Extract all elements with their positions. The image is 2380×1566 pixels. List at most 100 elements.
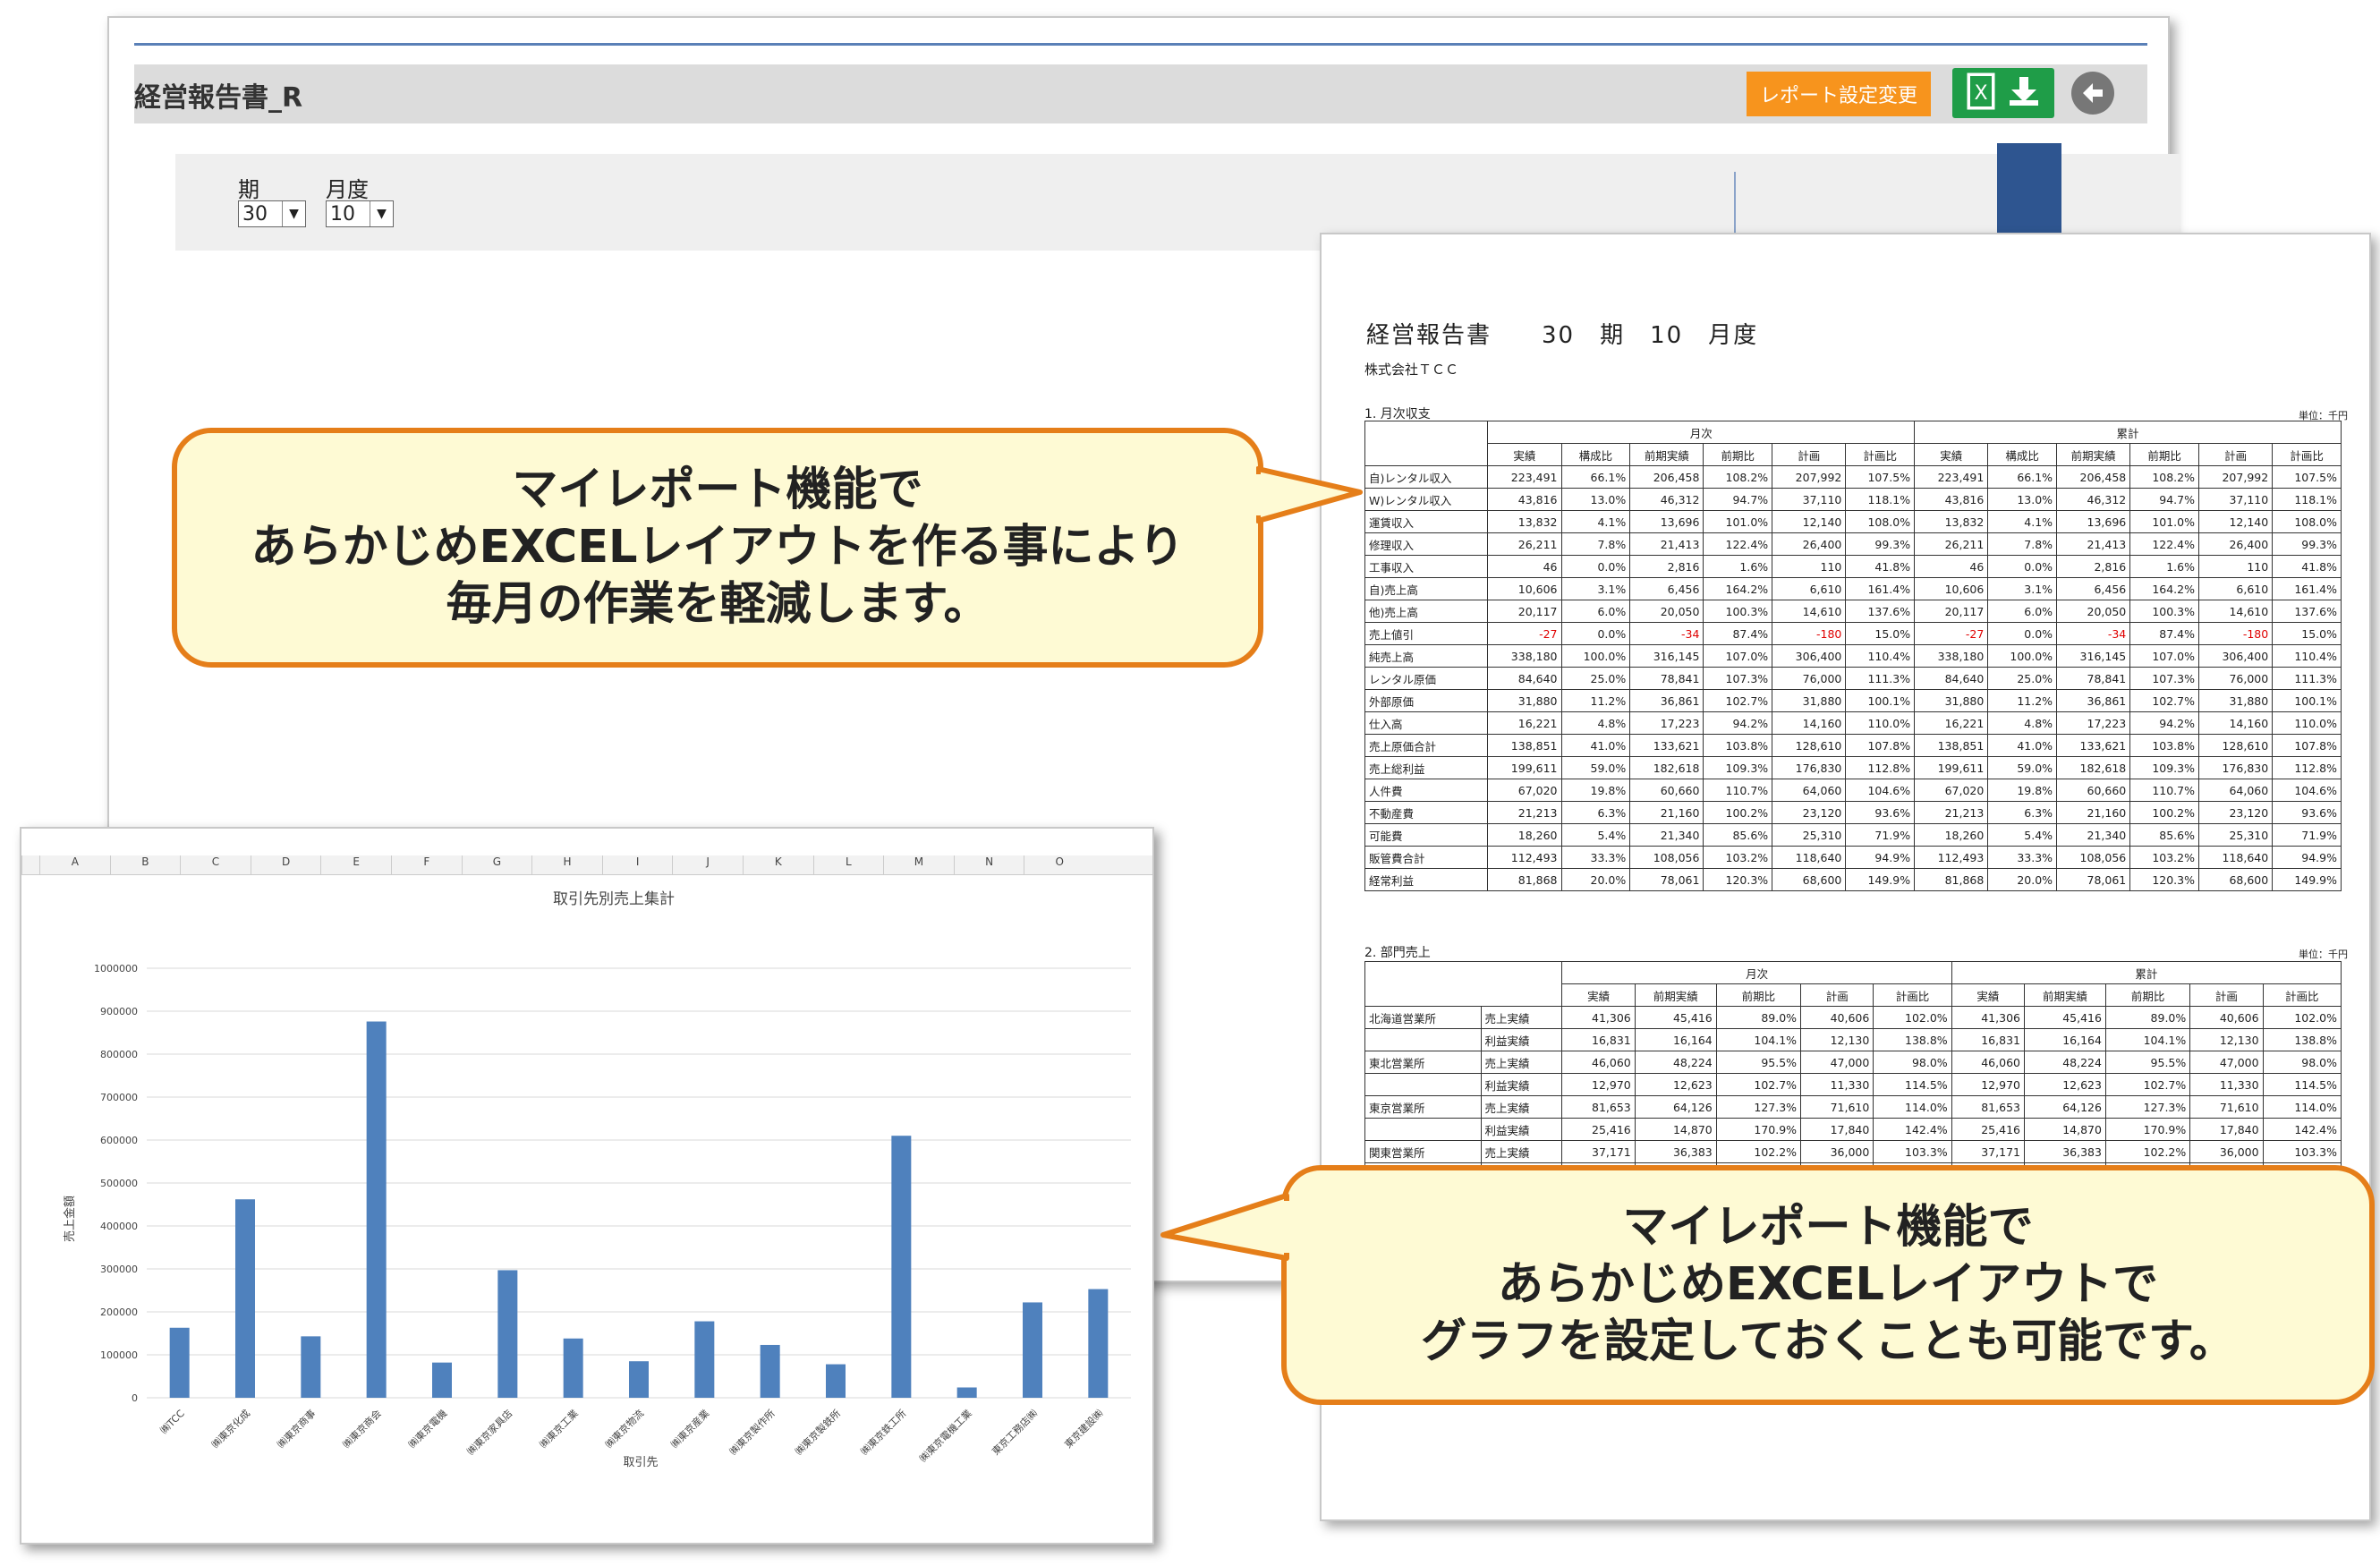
row-label: W)レンタル収入 [1364,488,1489,511]
table-cell: 94.2% [2129,711,2199,735]
table-cell: 17,223 [2056,711,2131,735]
table-cell: 36,861 [2056,689,2131,712]
table-cell: 14,160 [1772,711,1847,735]
table-cell: 17,840 [1800,1118,1874,1141]
column-header: 前期比 [1703,443,1773,466]
table-cell: 104.6% [2272,779,2342,802]
table-cell: 33.3% [1560,846,1631,869]
table-cell: 107.5% [1845,465,1916,489]
table-cell: 206,458 [1629,465,1704,489]
x-tick-label: ㈱東京産業 [668,1407,712,1451]
download-icon [2006,73,2042,113]
table-cell: 12,140 [1772,510,1847,533]
table-cell: 103.2% [2129,846,2199,869]
table-cell: 102.7% [2129,689,2199,712]
chart-title: 取引先別売上集計 [553,890,675,908]
table-cell: 26,400 [2197,532,2274,556]
table-cell: 41.0% [1560,734,1631,757]
table-cell: 13,832 [1914,510,1989,533]
top-divider [134,43,2147,46]
callout-top: マイレポート機能で あらかじめEXCELレイアウトを作る事により 毎月の作業を軽… [172,428,1263,668]
table-cell: 110.0% [2272,711,2342,735]
table-cell: 6,610 [2197,577,2274,600]
row-label: 不動産費 [1364,801,1489,824]
group-header: 月次 [1561,961,1952,984]
row-label: レンタル原価 [1364,667,1489,690]
x-tick-label: ㈱東京製鉄所 [793,1407,844,1458]
column-header: 前期比 [2104,983,2191,1007]
section2-unit: 単位：千円 [2299,949,2348,960]
table-cell: 81,653 [1951,1095,2025,1119]
table-cell: 94.9% [1845,846,1916,869]
table-cell: 25,310 [2197,823,2274,847]
callout-top-pointer [1256,466,1363,523]
table-cell: 6,456 [2056,577,2131,600]
table-cell: 19.8% [1987,779,2058,802]
column-header: 構成比 [1987,443,2058,466]
table-row: レンタル原価 84,640 25.0% 78,841 107.3% 76,000 111.3… [1364,667,2342,690]
sales-bar-chart: 取引先別売上集計 0 100000 200000 300000 400000 500000 6… [63,890,1131,1469]
table-cell: 108.0% [1845,510,1916,533]
table-cell: 102.7% [1715,1073,1802,1096]
table-cell: 78,061 [1629,868,1704,891]
callout-top-line2: あらかじめEXCELレイアウトを作る事により [251,521,1185,574]
table-cell: 118,640 [1772,846,1847,869]
table-cell: 98.0% [1873,1051,1952,1074]
table-row: 運賃収入 13,832 4.1% 13,696 101.0% 12,140 108.0% 13… [1364,510,2342,533]
y-tick-label: 700000 [100,1092,138,1103]
table-cell: 99.3% [2272,532,2342,556]
back-arrow-icon[interactable] [2071,72,2114,115]
table-cell: 12,623 [2023,1073,2106,1096]
table-cell: 25.0% [1560,667,1631,690]
table-cell: 110.0% [1845,711,1916,735]
table-cell: 100.3% [2129,600,2199,623]
table-cell: 15.0% [1845,622,1916,645]
table-cell: 118.1% [2272,488,2342,511]
table-cell: 12,130 [1800,1028,1874,1051]
branch-label [1364,1028,1482,1051]
table-cell: 43,816 [1914,488,1989,511]
table-cell: 12,130 [2189,1028,2264,1051]
column-header: 実績 [1561,983,1636,1007]
x-tick-label: ㈱東京商会 [340,1407,384,1451]
period-value: 30 [242,202,268,226]
x-tick-label: ㈱東京電機 [405,1407,449,1451]
x-tick-label: ㈱東京物流 [602,1407,646,1451]
metric-label: 利益実績 [1480,1118,1563,1141]
metric-label: 利益実績 [1480,1028,1563,1051]
table-cell: 306,400 [2197,644,2274,668]
table-cell: 60,660 [2056,779,2131,802]
table-cell: 23,120 [2197,801,2274,824]
table-cell: 114.0% [1873,1095,1952,1119]
table-cell: 170.9% [2104,1118,2191,1141]
y-tick-label: 300000 [100,1264,138,1275]
table-cell: 21,213 [1914,801,1989,824]
table-cell: 104.1% [1715,1028,1802,1051]
period-select[interactable]: 30 ▼ [238,200,306,227]
month-select[interactable]: 10 ▼ [326,200,394,227]
report-settings-button[interactable]: レポート設定変更 [1747,72,1931,116]
table-cell: 59.0% [1987,756,2058,779]
table-cell: 206,458 [2056,465,2131,489]
table-cell: 6.3% [1987,801,2058,824]
table-cell: 0.0% [1560,555,1631,578]
table-cell: 128,610 [2197,734,2274,757]
row-label: 売上値引 [1364,622,1489,645]
x-tick-label: ㈱東京化成 [208,1407,252,1451]
table-cell: 98.0% [2262,1051,2342,1074]
table-cell: 16,831 [1561,1028,1636,1051]
y-tick-label: 400000 [100,1221,138,1232]
excel-download-button[interactable]: X [1952,68,2054,118]
table-cell: 36,383 [2023,1140,2106,1163]
table-cell: 107.5% [2272,465,2342,489]
table-cell: 12,970 [1951,1073,2025,1096]
table-cell: 100.1% [2272,689,2342,712]
table-cell: 66.1% [1987,465,2058,489]
table-cell: 110 [2197,555,2274,578]
table-cell: 6.0% [1987,600,2058,623]
table-row: 利益実績 12,970 12,623 102.7% 11,330 114.5% 12,970… [1364,1073,2342,1096]
bar [826,1364,846,1398]
period-label: 期 [238,177,259,202]
table-cell: 46,312 [2056,488,2131,511]
row-label: 純売上高 [1364,644,1489,668]
